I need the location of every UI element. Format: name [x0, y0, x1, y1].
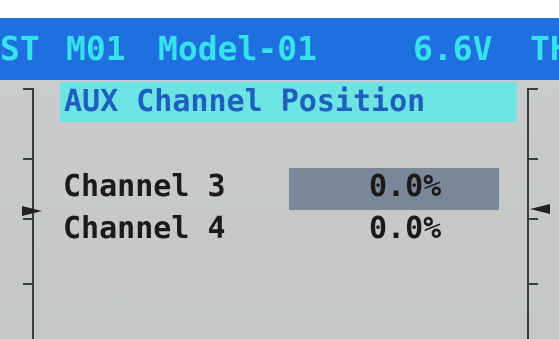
lcd-screen: ST M01 Model-01 6.6V TH AUX Channel Posi…: [0, 0, 559, 339]
trim-tick: [23, 88, 32, 90]
steering-trim-indicator-icon: [22, 206, 42, 216]
steering-trim-label: ST: [0, 29, 40, 68]
throttle-trim-indicator-icon: [530, 204, 550, 214]
channel-label: Channel 4: [63, 211, 226, 246]
trim-tick: [529, 88, 538, 90]
trim-tick: [23, 218, 32, 220]
page-title: AUX Channel Position: [60, 82, 517, 122]
channel-value[interactable]: 0.0%: [369, 210, 441, 248]
channel-label: Channel 3: [63, 169, 226, 204]
trim-tick: [529, 158, 538, 160]
throttle-trim-label: TH: [530, 29, 559, 68]
trim-tick: [23, 283, 32, 285]
trim-tick: [23, 158, 32, 160]
model-name: Model-01: [158, 29, 317, 68]
battery-voltage: 6.6V: [413, 29, 493, 68]
model-number: M01: [66, 29, 126, 68]
trim-tick: [529, 218, 538, 220]
channel-value[interactable]: 0.0%: [369, 168, 441, 206]
channel-row-4[interactable]: Channel 4 0.0%: [63, 210, 513, 248]
trim-tick: [529, 283, 538, 285]
channel-row-3[interactable]: Channel 3 0.0%: [63, 168, 513, 210]
status-bar: ST M01 Model-01 6.6V TH: [0, 18, 559, 80]
